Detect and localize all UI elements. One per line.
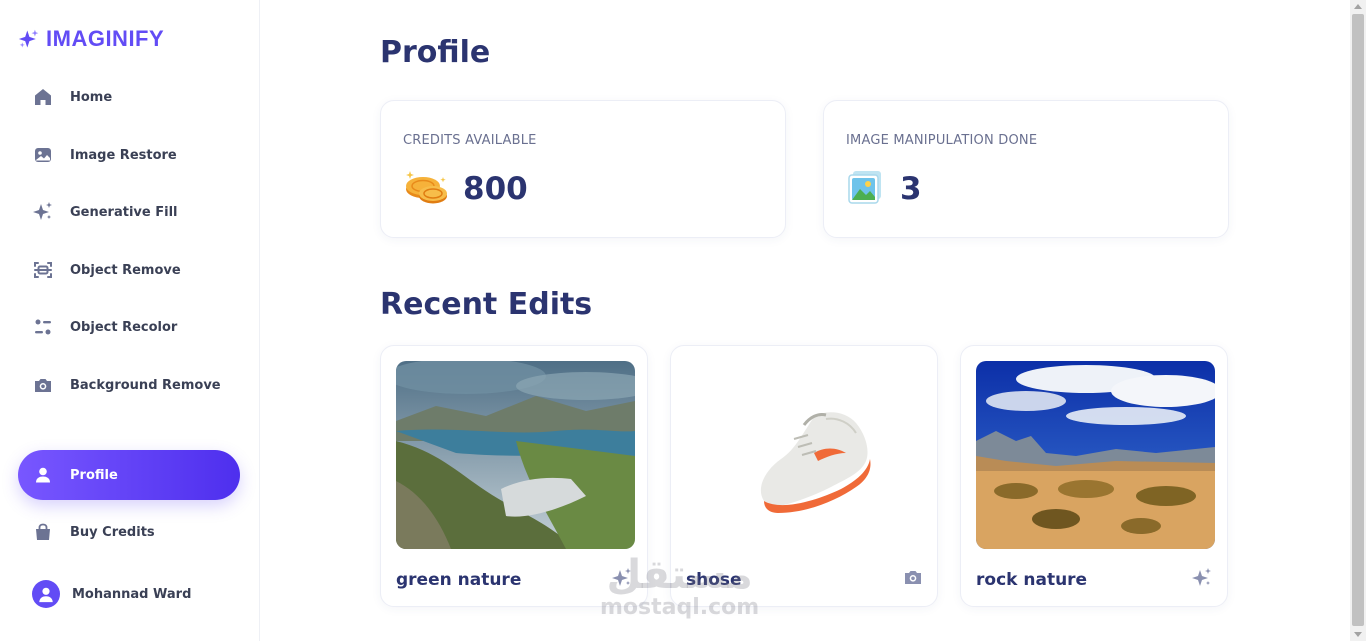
camera-icon: [32, 374, 54, 396]
sidebar-item-label: Home: [70, 89, 113, 105]
manipulations-card: IMAGE MANIPULATION DONE 3: [823, 100, 1229, 238]
sparkles-icon: [32, 201, 54, 223]
sidebar-item-profile[interactable]: Profile: [18, 450, 240, 500]
sparkles-icon[interactable]: [611, 567, 633, 593]
image-icon: [32, 144, 54, 166]
edit-thumbnail[interactable]: [976, 361, 1215, 549]
credits-card: CREDITS AVAILABLE 800: [380, 100, 786, 238]
camera-icon[interactable]: [903, 567, 923, 591]
user-name: Mohannad Ward: [72, 586, 192, 602]
sparkles-icon[interactable]: [1191, 567, 1213, 593]
sidebar-item-object-recolor[interactable]: Object Recolor: [18, 302, 240, 352]
sidebar-item-label: Object Remove: [70, 262, 181, 278]
app-name: IMAGINIFY: [46, 26, 165, 51]
page-title: Profile: [380, 35, 491, 70]
coins-icon: [403, 167, 449, 211]
edit-card[interactable]: green nature: [380, 345, 648, 607]
edit-card[interactable]: rock nature: [960, 345, 1228, 607]
edit-thumbnail[interactable]: [396, 361, 635, 549]
filter-icon: [32, 316, 54, 338]
home-icon: [32, 86, 54, 108]
sidebar-item-buy-credits[interactable]: Buy Credits: [18, 507, 240, 557]
sidebar-item-label: Object Recolor: [70, 319, 178, 335]
scroll-up-arrow[interactable]: [1354, 4, 1362, 9]
edit-title: green nature: [396, 570, 522, 590]
scroll-thumb[interactable]: [1352, 14, 1364, 626]
edit-title: shose: [686, 570, 742, 590]
recent-edits-title: Recent Edits: [380, 287, 593, 322]
sidebar-item-label: Profile: [70, 467, 118, 483]
credits-value: 800: [463, 171, 528, 207]
sidebar-item-home[interactable]: Home: [18, 72, 240, 122]
scroll-down-arrow[interactable]: [1354, 632, 1362, 637]
sidebar-item-label: Image Restore: [70, 147, 177, 163]
stat-label: IMAGE MANIPULATION DONE: [846, 133, 1038, 148]
edit-title: rock nature: [976, 570, 1088, 590]
sidebar-item-label: Background Remove: [70, 377, 221, 393]
sidebar-item-object-remove[interactable]: Object Remove: [18, 245, 240, 295]
stat-label: CREDITS AVAILABLE: [403, 133, 537, 148]
sidebar-item-image-restore[interactable]: Image Restore: [18, 130, 240, 180]
scrollbar[interactable]: [1350, 0, 1366, 641]
sidebar: IMAGINIFY Home Image Restore Generative …: [0, 0, 260, 641]
sidebar-item-label: Buy Credits: [70, 524, 155, 540]
sparkle-icon: [18, 28, 40, 50]
bag-icon: [32, 521, 54, 543]
sidebar-item-label: Generative Fill: [70, 204, 178, 220]
sidebar-item-generative-fill[interactable]: Generative Fill: [18, 187, 240, 237]
avatar-icon: [32, 580, 60, 608]
edit-card[interactable]: shose: [670, 345, 938, 607]
scan-icon: [32, 259, 54, 281]
user-profile[interactable]: Mohannad Ward: [32, 580, 191, 608]
photo-icon: [846, 167, 886, 211]
logo[interactable]: IMAGINIFY: [18, 26, 164, 52]
manipulations-value: 3: [900, 171, 922, 207]
sidebar-item-background-remove[interactable]: Background Remove: [18, 360, 240, 410]
edit-thumbnail[interactable]: [686, 361, 925, 549]
user-icon: [32, 464, 54, 486]
